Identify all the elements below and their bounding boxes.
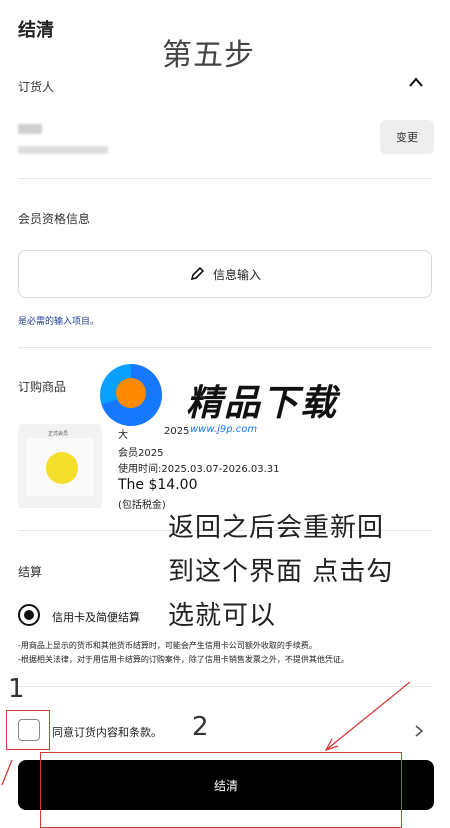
page-title: 结清	[18, 20, 54, 41]
info-input-button[interactable]: 信息输入	[18, 250, 432, 298]
payment-method-label: 信用卡及简便结算	[52, 611, 140, 624]
annotation-text: 选就可以	[168, 601, 277, 631]
product-image: 正式会员	[18, 424, 102, 508]
product-tax: (包括税金)	[118, 500, 166, 511]
orderer-name-redacted	[18, 124, 42, 134]
divider	[18, 686, 432, 687]
watermark-url: www.j9p.com	[190, 424, 258, 435]
logo-icon	[100, 364, 162, 426]
product-image-caption: 正式会员	[48, 431, 69, 437]
pencil-icon	[190, 266, 205, 281]
info-input-label: 信息输入	[212, 267, 261, 282]
change-button[interactable]: 变更	[380, 120, 434, 154]
annotation-text: 到这个界面 点击勾	[168, 557, 394, 587]
products-label: 订购商品	[18, 380, 67, 394]
divider	[18, 178, 432, 179]
chevron-right-icon[interactable]	[414, 724, 424, 738]
membership-label: 会员资格信息	[18, 212, 91, 226]
divider	[18, 347, 432, 348]
orderer-contact-redacted	[18, 146, 108, 154]
product-usage: 使用时间:2025.03.07-2026.03.31	[118, 464, 280, 475]
annotation-number: 2	[192, 712, 209, 742]
agree-checkbox[interactable]	[18, 719, 40, 741]
payment-method-radio[interactable]	[18, 604, 40, 626]
product-subtitle: 会员2025	[118, 448, 164, 459]
agree-label[interactable]: 同意订货内容和条款。	[52, 724, 162, 740]
annotation-text: 返回之后会重新回	[168, 513, 385, 543]
chevron-up-icon[interactable]	[408, 76, 424, 88]
annotation-number: 1	[8, 674, 25, 704]
step-annotation: 第五步	[162, 38, 255, 73]
annotation-box	[40, 752, 402, 828]
watermark-logo: 精品下载 www.j9p.com	[100, 364, 350, 444]
payment-label: 结算	[18, 565, 43, 579]
watermark-text: 精品下载	[186, 383, 339, 424]
payment-note: -用商品上显示的货币和其他货币结算时，可能会产生信用卡公司额外收取的手续费。	[18, 641, 317, 650]
orderer-label: 订货人	[18, 80, 55, 94]
product-price: The $14.00	[118, 477, 198, 493]
required-note: 是必需的输入项目。	[18, 317, 100, 327]
payment-note: -根据相关法律，对于用信用卡结算的订购案件，除了信用卡销售发票之外，不提供其他凭…	[18, 655, 349, 664]
